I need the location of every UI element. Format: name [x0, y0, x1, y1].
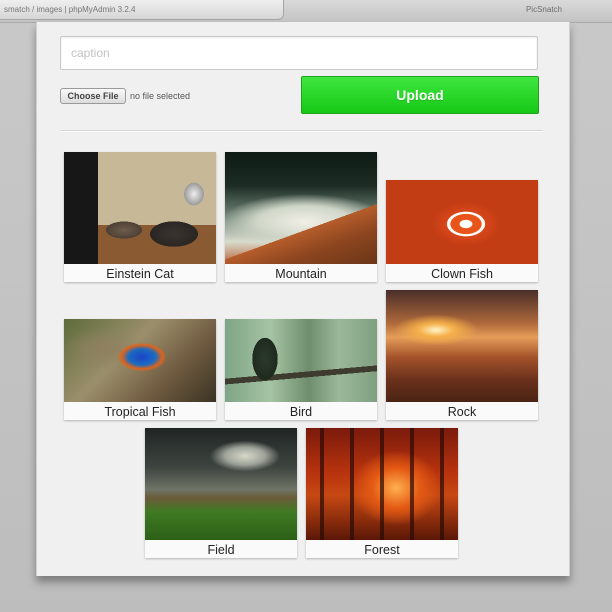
gallery-caption: Mountain [275, 267, 327, 281]
gallery-caption: Forest [364, 543, 400, 557]
gallery-caption: Bird [289, 405, 313, 419]
browser-right-label: PicSnatch [525, 5, 562, 14]
caption-input[interactable] [60, 36, 538, 70]
photo-mountain [225, 152, 377, 264]
gallery-caption: Field [207, 543, 235, 557]
gallery-card-rock[interactable]: Rock [386, 290, 538, 420]
photo-rock [386, 290, 538, 402]
gallery-caption: Tropical Fish [104, 405, 176, 419]
upload-button[interactable]: Upload [301, 76, 539, 114]
gallery-card-tropical-fish[interactable]: Tropical Fish [64, 319, 216, 420]
gallery-caption: Rock [447, 405, 477, 419]
divider [60, 130, 543, 132]
photo-forest [306, 428, 458, 540]
gallery-card-clown-fish[interactable]: Clown Fish [386, 180, 538, 282]
photo-field [145, 428, 297, 540]
gallery-card-bird[interactable]: Bird [225, 319, 377, 420]
photo-bird [225, 319, 377, 402]
photo-clown-fish [386, 180, 538, 264]
choose-file-button[interactable]: Choose File [60, 88, 126, 104]
gallery-card-forest[interactable]: Forest [306, 428, 458, 558]
upload-panel: Choose File no file selected Upload Eins… [36, 22, 570, 576]
photo-tropical-fish [64, 319, 216, 402]
file-status-text: no file selected [130, 91, 191, 101]
gallery-card-einstein-cat[interactable]: Einstein Cat [64, 152, 216, 282]
browser-tab-bar: smatch / images | phpMyAdmin 3.2.4 PicSn… [0, 0, 612, 23]
browser-tab[interactable]: smatch / images | phpMyAdmin 3.2.4 [0, 0, 284, 20]
gallery-card-mountain[interactable]: Mountain [225, 152, 377, 282]
gallery-caption: Einstein Cat [106, 267, 174, 281]
photo-einstein-cat [64, 152, 216, 264]
gallery-card-field[interactable]: Field [145, 428, 297, 558]
gallery-caption: Clown Fish [431, 267, 493, 281]
